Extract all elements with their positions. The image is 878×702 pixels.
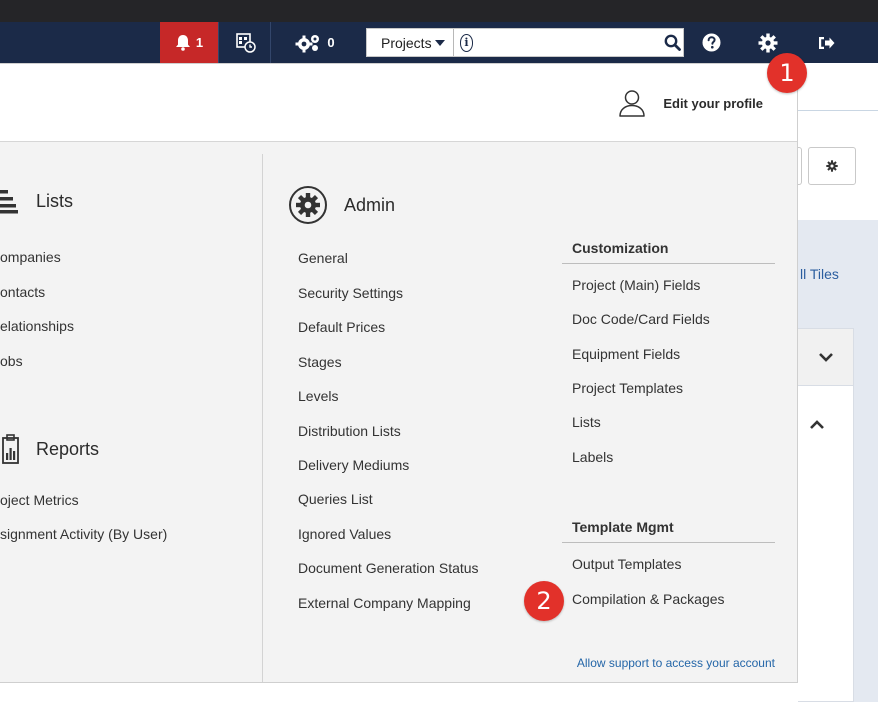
bell-icon (175, 35, 190, 51)
background-divider (798, 110, 878, 111)
customization-title: Customization (572, 240, 669, 256)
separator (218, 22, 219, 63)
admin-heading: Admin (288, 185, 395, 225)
alerts-button[interactable]: 1 (160, 22, 218, 63)
reports-title: Reports (36, 438, 100, 459)
card-header[interactable] (798, 328, 854, 386)
search-icon (664, 34, 681, 51)
alerts-count: 1 (195, 35, 204, 50)
admin-item-distribution-lists[interactable]: Distribution Lists (298, 423, 401, 439)
admin-item-ignored-values[interactable]: Ignored Values (298, 526, 391, 542)
annotation-marker-2: 2 (524, 581, 564, 621)
template-item-compilation-packages[interactable]: Compilation & Packages (572, 591, 725, 607)
reports-item-project-metrics[interactable]: oject Metrics (0, 492, 79, 508)
lists-item-relationships[interactable]: elationships (0, 318, 74, 334)
collapse-button[interactable] (806, 414, 828, 436)
admin-item-external-company-mapping[interactable]: External Company Mapping (298, 595, 471, 611)
page-settings-button[interactable] (808, 147, 856, 185)
help-icon (702, 33, 720, 52)
reports-heading: Reports (0, 433, 99, 465)
schedule-button[interactable] (224, 22, 268, 63)
help-button[interactable] (694, 22, 728, 63)
template-item-output-templates[interactable]: Output Templates (572, 556, 681, 572)
admin-item-general[interactable]: General (298, 250, 348, 266)
chevron-up-icon (810, 420, 824, 429)
admin-item-default-prices[interactable]: Default Prices (298, 319, 385, 335)
gear-icon (758, 33, 778, 52)
customization-item-lists[interactable]: Lists (572, 414, 601, 430)
admin-item-document-generation-status[interactable]: Document Generation Status (298, 560, 479, 576)
admin-item-delivery-mediums[interactable]: Delivery Mediums (298, 457, 409, 473)
window-top-edge (0, 0, 878, 22)
annotation-marker-1: 1 (767, 53, 807, 93)
support-access-link[interactable]: Allow support to access your account (577, 656, 775, 670)
background-jobs-count: 0 (327, 35, 335, 50)
global-search: Projects i (366, 28, 684, 57)
top-navigation-bar: 1 0 Projects i (0, 0, 878, 63)
admin-item-levels[interactable]: Levels (298, 388, 338, 404)
list-icon (0, 190, 18, 214)
edit-profile-link[interactable]: Edit your profile (617, 88, 763, 118)
column-divider (262, 154, 263, 682)
customization-item-doc-code-card-fields[interactable]: Doc Code/Card Fields (572, 311, 710, 327)
customization-divider (562, 263, 775, 264)
background-jobs-button[interactable]: 0 (274, 22, 356, 63)
user-icon (619, 90, 646, 117)
customization-item-project-main-fields[interactable]: Project (Main) Fields (572, 277, 700, 293)
search-scope-select[interactable]: Projects (367, 29, 454, 56)
lists-item-contacts[interactable]: ontacts (0, 284, 45, 300)
lists-item-companies[interactable]: ompanies (0, 249, 61, 265)
edit-profile-label: Edit your profile (663, 95, 763, 111)
search-scope-value: Projects (381, 34, 432, 51)
report-icon (2, 434, 19, 464)
customization-item-equipment-fields[interactable]: Equipment Fields (572, 346, 680, 362)
template-mgmt-title: Template Mgmt (572, 519, 674, 535)
separator (270, 22, 271, 63)
chevron-down-icon (818, 353, 833, 362)
customization-item-labels[interactable]: Labels (572, 449, 613, 465)
admin-item-security-settings[interactable]: Security Settings (298, 285, 403, 301)
lists-item-jobs[interactable]: obs (0, 353, 23, 369)
search-input[interactable] (473, 29, 662, 56)
gear-circle-icon (289, 186, 327, 224)
settings-dropdown: Edit your profile Lists ompanies ontacts… (0, 63, 798, 683)
reports-item-assignment-activity[interactable]: signment Activity (By User) (0, 526, 167, 542)
caret-down-icon (434, 40, 445, 46)
template-mgmt-divider (562, 542, 775, 543)
logout-icon (819, 36, 835, 49)
gear-icon (826, 160, 838, 172)
admin-item-queries-list[interactable]: Queries List (298, 491, 373, 507)
admin-item-stages[interactable]: Stages (298, 354, 342, 370)
calendar-clock-icon (236, 32, 256, 53)
customization-item-project-templates[interactable]: Project Templates (572, 380, 683, 396)
lists-title: Lists (36, 190, 74, 211)
all-tiles-link[interactable]: ll Tiles (800, 266, 839, 282)
info-icon[interactable]: i (459, 33, 474, 52)
lists-heading: Lists (0, 188, 73, 214)
dropdown-header: Edit your profile (0, 64, 797, 142)
admin-title: Admin (344, 194, 396, 215)
logout-button[interactable] (806, 22, 846, 63)
search-button[interactable] (661, 29, 683, 56)
gears-icon (295, 34, 320, 52)
